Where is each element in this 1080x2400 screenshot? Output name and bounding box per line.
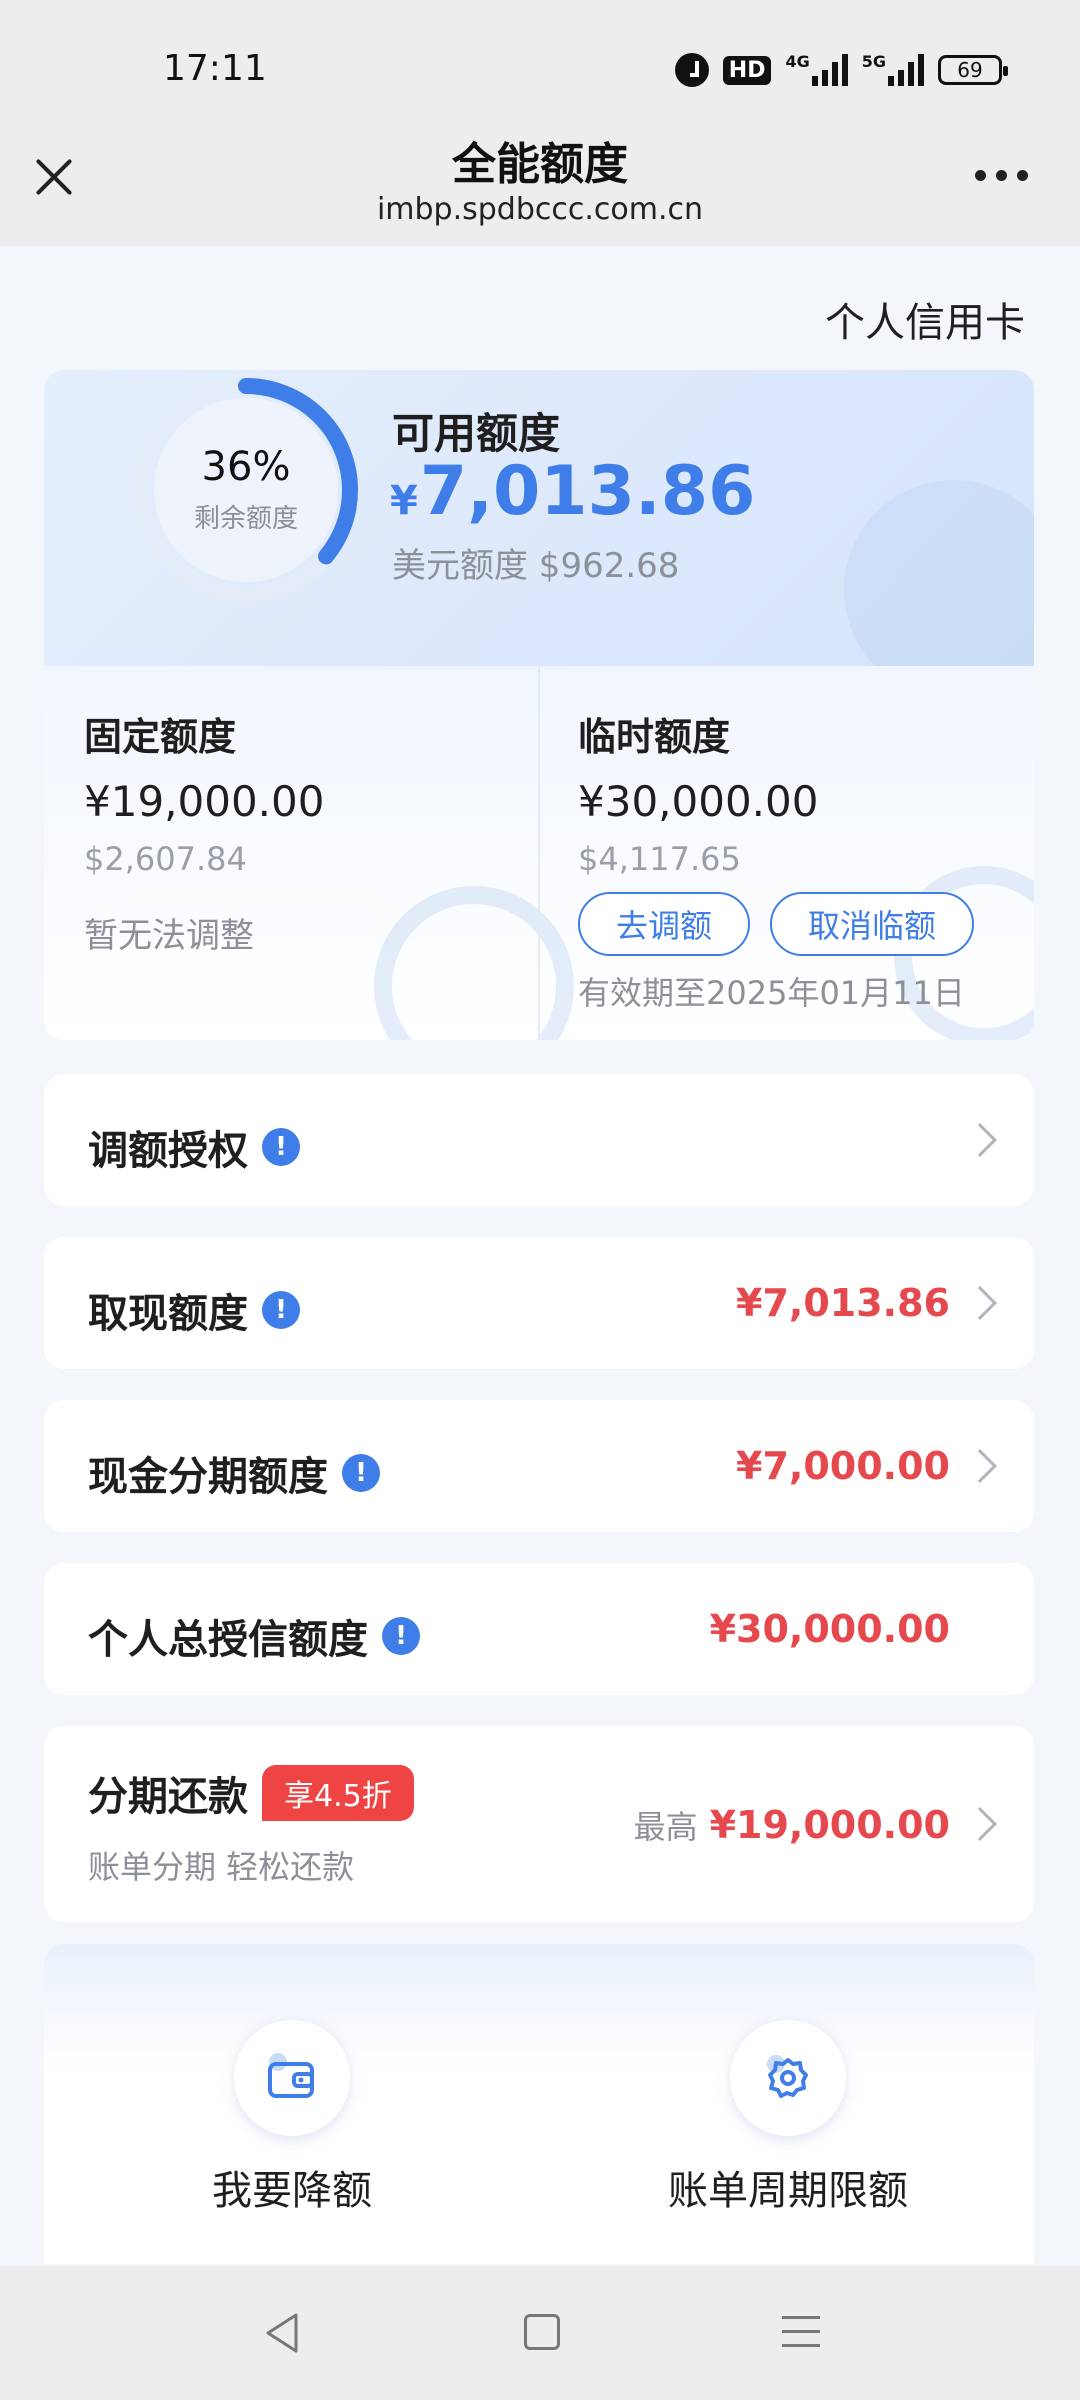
info-icon[interactable]: !: [262, 1291, 300, 1329]
limit-detail-panel: 固定额度 ¥19,000.00 $2,607.84 暂无法调整 临时额度 ¥30…: [44, 666, 1034, 1040]
usd-limit: 美元额度 $962.68: [392, 546, 680, 586]
installment-repay-value: 最高 ¥19,000.00: [634, 1802, 950, 1848]
battery-icon: 69: [938, 55, 1008, 85]
available-limit-panel: 36% 剩余额度 可用额度 ¥ 7,013.86 美元额度 $962.68: [44, 370, 1034, 700]
coin-decoration: [374, 886, 574, 1040]
fixed-limit: 固定额度 ¥19,000.00 $2,607.84 暂无法调整: [84, 706, 324, 957]
authorize-row[interactable]: 调额授权 !: [44, 1074, 1034, 1206]
ring-label: 剩余额度: [193, 504, 298, 534]
available-amount: ¥ 7,013.86: [390, 452, 755, 531]
page-domain: imbp.spdbccc.com.cn: [376, 192, 704, 227]
quick-actions-panel: 我要降额 账单周期限额: [44, 1944, 1034, 2264]
available-amount-value: 7,013.86: [419, 452, 756, 531]
installment-repay-row[interactable]: 分期还款 享4.5折 账单分期 轻松还款 最高 ¥19,000.00: [44, 1726, 1034, 1922]
card-type-selector[interactable]: 个人信用卡: [825, 290, 1025, 348]
hd-voice-icon: HD: [722, 55, 772, 85]
adjust-limit-button[interactable]: 去调额: [578, 892, 751, 956]
reduce-limit-action[interactable]: 我要降额: [142, 2020, 442, 2216]
max-label: 最高: [633, 1808, 698, 1846]
total-credit-value: ¥30,000.00: [709, 1607, 950, 1651]
ring-percent: 36%: [201, 444, 291, 490]
cash-limit-value: ¥7,013.86: [736, 1281, 950, 1325]
chevron-right-icon: [963, 1123, 997, 1157]
limit-card: 36% 剩余额度 可用额度 ¥ 7,013.86 美元额度 $962.68 固定…: [44, 370, 1034, 1040]
temp-limit-usd: $4,117.65: [578, 840, 741, 878]
temp-limit-title: 临时额度: [578, 715, 731, 759]
temp-limit-cny: ¥30,000.00: [578, 777, 819, 826]
signal-icon: [888, 54, 924, 86]
installment-cash-row[interactable]: 现金分期额度 ! ¥7,000.00: [44, 1400, 1034, 1532]
info-icon[interactable]: !: [342, 1454, 380, 1492]
signal-icon: [811, 54, 848, 86]
cancel-temp-limit-button[interactable]: 取消临额: [770, 892, 975, 956]
temp-limit-validity: 有效期至2025年01月11日: [578, 974, 965, 1012]
remaining-ring: 36% 剩余额度: [130, 374, 362, 606]
info-icon[interactable]: !: [382, 1617, 420, 1655]
installment-max-amount: ¥19,000.00: [709, 1803, 950, 1847]
fixed-limit-title: 固定额度: [84, 715, 237, 759]
chevron-right-icon: [963, 1286, 997, 1320]
wallet-icon: [268, 2053, 314, 2098]
chevron-right-icon: [963, 1807, 997, 1841]
info-icon[interactable]: !: [262, 1128, 300, 1166]
network-4g-label: 4G: [785, 52, 810, 71]
more-icon[interactable]: [975, 170, 1028, 181]
cash-limit-label: 取现额度: [88, 1291, 248, 1337]
total-credit-row: 个人总授信额度 ! ¥30,000.00: [44, 1563, 1034, 1695]
currency-symbol: ¥: [390, 478, 418, 524]
page-title: 全能额度: [452, 139, 628, 190]
fixed-limit-cny: ¥19,000.00: [84, 777, 325, 826]
network-5g-label: 5G: [861, 52, 886, 71]
top-bar: 17:11 HD 4G 5G 69 全能额度 imbp.spdbccc.com.…: [0, 0, 1080, 246]
installment-cash-value: ¥7,000.00: [736, 1444, 950, 1488]
discount-badge: 享4.5折: [262, 1765, 414, 1821]
authorize-label: 调额授权: [88, 1128, 248, 1174]
reduce-limit-label: 我要降额: [212, 2168, 372, 2214]
cycle-limit-label: 账单周期限额: [668, 2168, 908, 2214]
status-time: 17:11: [163, 48, 267, 89]
recent-apps-icon[interactable]: [782, 2316, 820, 2358]
back-icon[interactable]: [262, 2312, 302, 2354]
column-divider: [538, 666, 540, 1040]
system-nav-bar: [0, 2266, 1080, 2400]
fixed-limit-usd: $2,607.84: [84, 840, 247, 878]
cycle-limit-action[interactable]: 账单周期限额: [638, 2020, 938, 2216]
installment-repay-subtitle: 账单分期 轻松还款: [88, 1848, 355, 1886]
installment-cash-label: 现金分期额度: [88, 1454, 328, 1500]
status-icons: HD 4G 5G 69: [674, 52, 1008, 88]
temp-limit: 临时额度 ¥30,000.00 $4,117.65 去调额 取消临额 有效期至2…: [578, 706, 975, 1014]
home-icon[interactable]: [524, 2314, 560, 2350]
chevron-right-icon: [963, 1449, 997, 1483]
gear-icon: [767, 2055, 808, 2098]
installment-repay-label: 分期还款: [88, 1774, 248, 1820]
alarm-icon: [674, 53, 709, 87]
cash-limit-row[interactable]: 取现额度 ! ¥7,013.86: [44, 1237, 1034, 1369]
total-credit-label: 个人总授信额度: [88, 1617, 368, 1663]
fixed-limit-note: 暂无法调整: [84, 916, 254, 956]
